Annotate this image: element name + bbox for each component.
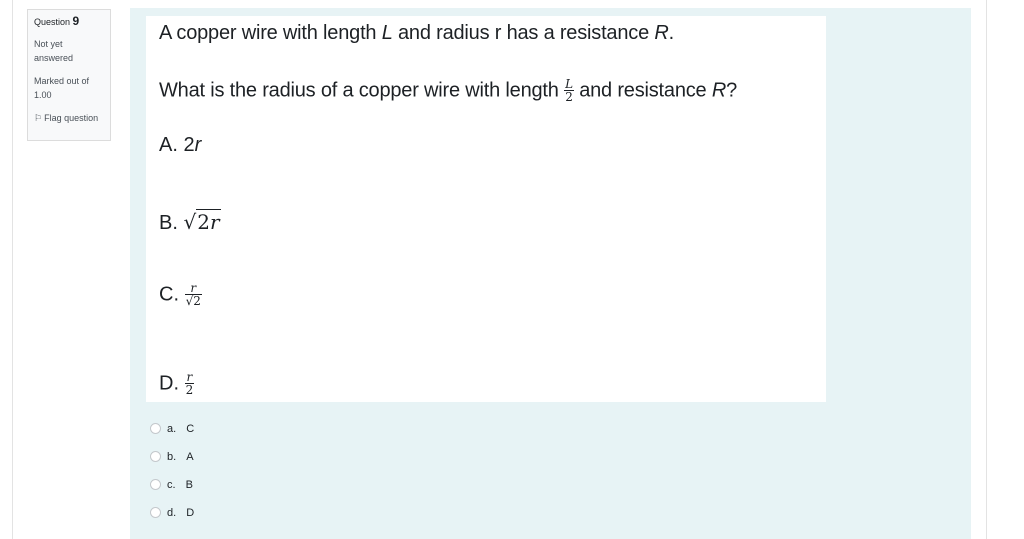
line1-end: . — [668, 22, 675, 44]
option-d-numerator: r — [186, 370, 193, 384]
option-a-coef: 2 — [183, 134, 195, 156]
option-c: C. r √2 — [159, 282, 202, 308]
answer-radio-c[interactable] — [150, 479, 161, 490]
question-text: A copper wire with length L and radius r… — [146, 16, 826, 402]
answer-label-c[interactable]: c. B — [167, 479, 193, 491]
option-c-fraction: r √2 — [184, 281, 202, 308]
line2-mid: and resistance — [573, 79, 712, 102]
length-fraction: L2 — [564, 78, 574, 104]
question-line-1: A copper wire with length L and radius r… — [159, 22, 674, 45]
line1-length-var: L — [381, 22, 393, 44]
answer-radio-d[interactable] — [150, 507, 161, 518]
question-number-heading: Question 9 — [34, 14, 104, 28]
option-c-numerator: r — [190, 281, 197, 295]
answer-letter: c. — [167, 479, 176, 491]
question-state: Not yet answered — [34, 39, 74, 63]
line2-prefix: What is the radius of a copper wire with… — [159, 79, 565, 102]
question-label: Question — [34, 17, 71, 27]
option-c-letter: C. — [159, 283, 179, 306]
answer-label-a[interactable]: a. C — [167, 423, 194, 435]
option-d-fraction: r2 — [184, 370, 195, 397]
option-d: D. r2 — [159, 370, 195, 397]
option-d-letter: D. — [159, 372, 179, 395]
line2-end: ? — [726, 79, 738, 102]
answer-letter: b. — [167, 451, 177, 463]
page-border-left — [12, 0, 13, 539]
question-number: 9 — [72, 14, 80, 28]
option-b-var: r — [209, 210, 220, 234]
page-border-right — [986, 0, 987, 539]
line1-mid: and radius r has a resistance — [392, 22, 655, 44]
question-info-panel: Question 9 Not yet answered Marked out o… — [27, 9, 111, 141]
answer-text: B — [185, 479, 193, 491]
fraction-numerator: L — [565, 77, 573, 91]
line1-resistance-var: R — [654, 22, 669, 44]
line2-resistance-var: R — [711, 79, 727, 102]
answer-letter: d. — [167, 507, 177, 519]
flag-question-label: Flag question — [44, 113, 99, 123]
option-a-var: r — [194, 134, 202, 156]
answer-text: A — [186, 451, 194, 463]
answer-label-b[interactable]: b. A — [167, 451, 194, 463]
question-line-2: What is the radius of a copper wire with… — [159, 78, 737, 104]
option-c-denominator: √2 — [184, 294, 202, 308]
question-grade: Marked out of 1.00 — [34, 76, 90, 100]
answer-text: C — [186, 423, 195, 435]
option-b-letter: B. — [159, 212, 178, 234]
answer-radio-a[interactable] — [150, 423, 161, 434]
answer-radio-b[interactable] — [150, 451, 161, 462]
option-b-radicand: 2 — [197, 210, 210, 234]
flag-question-link[interactable]: ⚐ Flag question — [34, 111, 104, 125]
option-a-letter: A. — [159, 134, 178, 156]
answer-label-d[interactable]: d. D — [167, 507, 194, 519]
sqrt-expression: √2r — [183, 209, 221, 234]
fraction-denominator: 2 — [564, 90, 574, 104]
option-b: B. √2r — [159, 209, 221, 235]
answer-text: D — [186, 507, 195, 519]
radicand: 2r — [196, 209, 221, 234]
line1-prefix: A copper wire with length — [159, 22, 382, 44]
answer-letter: a. — [167, 423, 177, 435]
question-formulation: A copper wire with length L and radius r… — [130, 8, 971, 539]
option-a: A. 2r — [159, 134, 201, 157]
sqrt-icon: √ — [183, 210, 197, 234]
option-d-denominator: 2 — [184, 383, 195, 397]
flag-icon: ⚐ — [34, 113, 43, 123]
